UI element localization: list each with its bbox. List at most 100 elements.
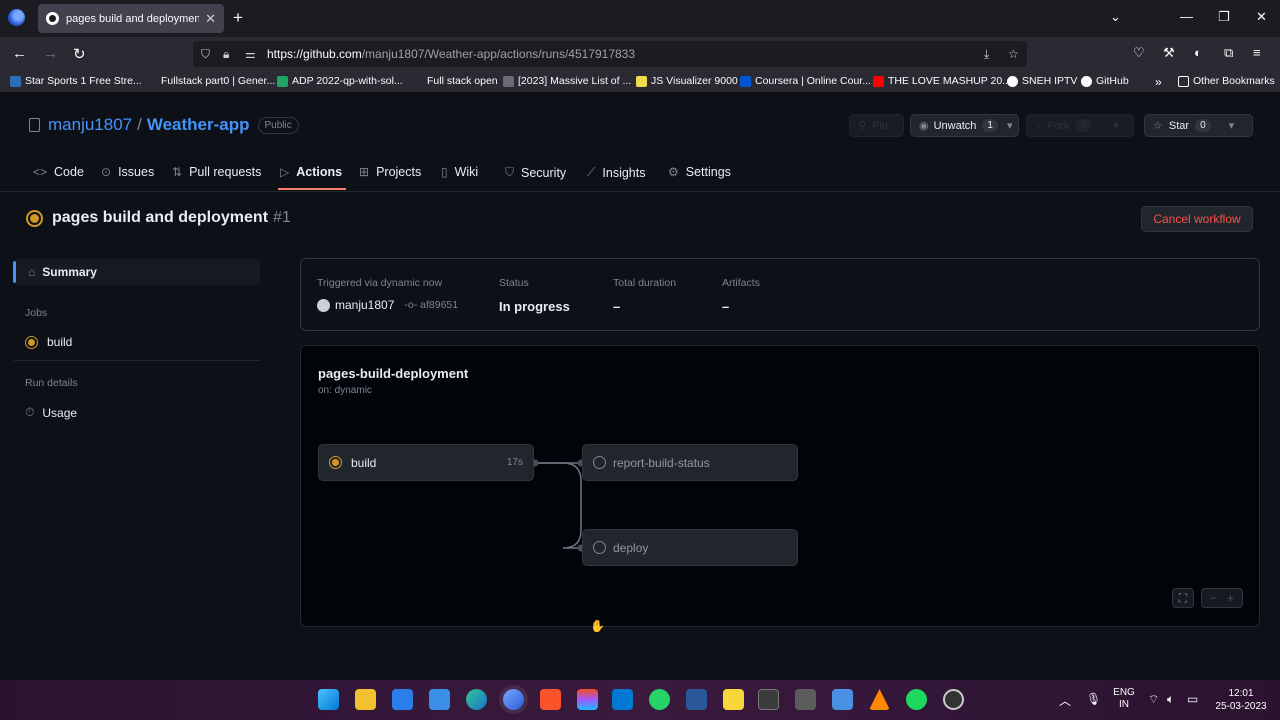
tray-overflow-chevron-icon[interactable]: ︿ bbox=[1059, 692, 1071, 709]
sidebar-item-usage[interactable]: ⏱ Usage bbox=[25, 405, 77, 420]
repo-name-link[interactable]: Weather-app bbox=[147, 115, 250, 135]
avatar bbox=[317, 298, 330, 312]
repo-owner-link[interactable]: manju1807 bbox=[48, 115, 132, 135]
pending-status-icon bbox=[593, 541, 606, 554]
watch-dropdown-chevron-icon[interactable]: ▾ bbox=[1007, 119, 1013, 132]
vscode-icon[interactable] bbox=[612, 689, 633, 710]
bookmark-star-icon[interactable]: ☆ bbox=[1008, 47, 1019, 61]
extension-theme-icon[interactable]: ◐ bbox=[1194, 45, 1202, 60]
shield-icon[interactable]: ⛉ bbox=[201, 47, 210, 62]
tab-actions[interactable]: ▷ Actions bbox=[280, 165, 342, 179]
bookmark-item[interactable]: ADP 2022-qp-with-sol... bbox=[277, 75, 403, 87]
fork-button[interactable]: ⑂ Fork 0 ▾ bbox=[1026, 114, 1134, 137]
tab-projects[interactable]: ⊞ Projects bbox=[359, 165, 421, 179]
browser-tab-active[interactable]: pages build and deployment · manju1807/W… bbox=[38, 4, 224, 33]
terminal-icon[interactable] bbox=[758, 689, 779, 710]
sidebar-build-label: build bbox=[47, 335, 73, 349]
word-icon[interactable] bbox=[686, 689, 707, 710]
bookmarks-overflow-chevron-icon[interactable]: » bbox=[1155, 75, 1162, 89]
tab-insights[interactable]: ⟋ Insights bbox=[587, 165, 646, 180]
sidebar-item-summary[interactable]: ⌂ Summary bbox=[13, 259, 260, 285]
mail-icon[interactable] bbox=[429, 689, 450, 710]
zoom-out-icon[interactable]: − bbox=[1210, 591, 1217, 605]
other-bookmarks[interactable]: Other Bookmarks bbox=[1178, 75, 1275, 87]
microphone-icon[interactable]: 🎙︎ bbox=[1086, 692, 1101, 706]
notepad-icon[interactable] bbox=[832, 689, 853, 710]
tools-icon[interactable]: ⚒ bbox=[1163, 45, 1175, 61]
duration-value: – bbox=[613, 299, 621, 314]
tab-list-chevron-icon[interactable]: ⌄ bbox=[1110, 9, 1121, 25]
tab-settings[interactable]: ⚙ Settings bbox=[668, 165, 731, 179]
forward-arrow-icon[interactable]: → bbox=[43, 45, 58, 62]
windows-start-icon[interactable] bbox=[318, 689, 339, 710]
menu-icon[interactable]: ≡ bbox=[1253, 45, 1261, 60]
bookmark-item[interactable]: Fullstack part0 | Gener... bbox=[146, 75, 275, 87]
tab-close-icon[interactable]: ✕ bbox=[205, 11, 216, 27]
bookmark-item[interactable]: THE LOVE MASHUP 20... bbox=[873, 75, 1011, 87]
tab-security[interactable]: ⛉ Security bbox=[505, 165, 566, 180]
trigger-user-link[interactable]: manju1807 bbox=[335, 298, 394, 312]
zoom-in-icon[interactable]: + bbox=[1227, 591, 1234, 605]
bookmark-item[interactable]: JS Visualizer 9000 bbox=[636, 75, 738, 87]
new-tab-icon[interactable]: + bbox=[233, 8, 243, 28]
job-node-build[interactable]: build 17s bbox=[318, 444, 534, 481]
edge-icon[interactable] bbox=[466, 689, 487, 710]
pin-icon: ⚲ bbox=[858, 120, 867, 132]
wifi-icon[interactable]: ⌔ bbox=[1148, 692, 1159, 707]
vlc-icon[interactable] bbox=[869, 689, 890, 710]
battery-icon[interactable]: ▭ bbox=[1187, 692, 1198, 706]
bookmark-item[interactable]: [2023] Massive List of ... bbox=[503, 75, 631, 87]
star-button[interactable]: ☆ Star 0 ▾ bbox=[1144, 114, 1253, 137]
commit-link[interactable]: -o- af89651 bbox=[404, 299, 458, 311]
back-arrow-icon[interactable]: ← bbox=[12, 45, 27, 62]
bookmark-item[interactable]: Coursera | Online Cour... bbox=[740, 75, 871, 87]
cancel-workflow-button[interactable]: Cancel workflow bbox=[1141, 206, 1253, 232]
calculator-icon[interactable] bbox=[795, 689, 816, 710]
volume-icon[interactable]: 🔈︎ bbox=[1167, 692, 1174, 707]
bookmark-item[interactable]: Full stack open bbox=[412, 75, 498, 87]
fullscreen-icon[interactable]: ⛶ bbox=[1172, 588, 1194, 608]
bookmark-item[interactable]: Star Sports 1 Free Stre... bbox=[10, 75, 142, 87]
tab-wiki[interactable]: ▯ Wiki bbox=[441, 165, 478, 179]
file-explorer-icon[interactable] bbox=[355, 689, 376, 710]
run-number: #1 bbox=[273, 209, 291, 226]
fork-dropdown-chevron-icon[interactable]: ▾ bbox=[1113, 119, 1119, 132]
figma-icon[interactable] bbox=[577, 689, 598, 710]
firefox-logo-icon[interactable] bbox=[8, 9, 25, 26]
brave-icon[interactable] bbox=[540, 689, 561, 710]
browser-nav-bar: ← → ↻ ⛉ 🔒︎ ⚌ https://github.com/manju180… bbox=[0, 37, 1280, 71]
reload-icon[interactable]: ↻ bbox=[73, 45, 86, 63]
sidebar-item-build[interactable]: build bbox=[25, 335, 72, 349]
bookmark-item[interactable]: GitHub bbox=[1081, 75, 1129, 87]
whatsapp-icon[interactable] bbox=[649, 689, 670, 710]
language-indicator[interactable]: ENG IN bbox=[1110, 687, 1138, 711]
bookmark-item[interactable]: SNEH IPTV bbox=[1007, 75, 1077, 87]
tab-issues[interactable]: ⊙ Issues bbox=[101, 165, 154, 179]
minimize-icon[interactable]: — bbox=[1180, 9, 1193, 24]
firefox-icon[interactable] bbox=[503, 689, 524, 710]
address-bar[interactable]: ⛉ 🔒︎ ⚌ https://github.com/manju1807/Weat… bbox=[193, 41, 1027, 67]
job-node-deploy[interactable]: deploy bbox=[582, 529, 798, 566]
watch-button[interactable]: ◉ Unwatch 1 ▾ bbox=[910, 114, 1019, 137]
obs-icon[interactable] bbox=[943, 689, 964, 710]
permissions-icon[interactable]: ⚌ bbox=[245, 47, 256, 61]
mouse-cursor-icon: ✋ bbox=[590, 619, 605, 633]
download-icon[interactable]: ⤓ bbox=[984, 47, 989, 62]
sidebar-jobs-heading: Jobs bbox=[25, 307, 48, 319]
artifacts-label: Artifacts bbox=[722, 277, 760, 289]
extensions-icon[interactable]: ⧉ bbox=[1224, 45, 1233, 61]
lock-icon[interactable]: 🔒︎ bbox=[223, 47, 229, 62]
clock[interactable]: 12:01 25-03-2023 bbox=[1210, 687, 1272, 713]
store-icon[interactable] bbox=[392, 689, 413, 710]
pin-button[interactable]: ⚲ Pin bbox=[849, 114, 904, 137]
tab-code[interactable]: <> Code bbox=[33, 165, 84, 179]
sticky-notes-icon[interactable] bbox=[723, 689, 744, 710]
star-dropdown-chevron-icon[interactable]: ▾ bbox=[1229, 119, 1235, 132]
restore-icon[interactable]: ❐ bbox=[1218, 9, 1230, 25]
run-title-text: pages build and deployment bbox=[52, 209, 269, 226]
close-window-icon[interactable]: ✕ bbox=[1256, 9, 1267, 25]
spotify-icon[interactable] bbox=[906, 689, 927, 710]
tab-pull-requests[interactable]: ⇅ Pull requests bbox=[172, 165, 261, 179]
job-node-report-build-status[interactable]: report-build-status bbox=[582, 444, 798, 481]
pocket-icon[interactable]: ♡ bbox=[1133, 45, 1145, 61]
